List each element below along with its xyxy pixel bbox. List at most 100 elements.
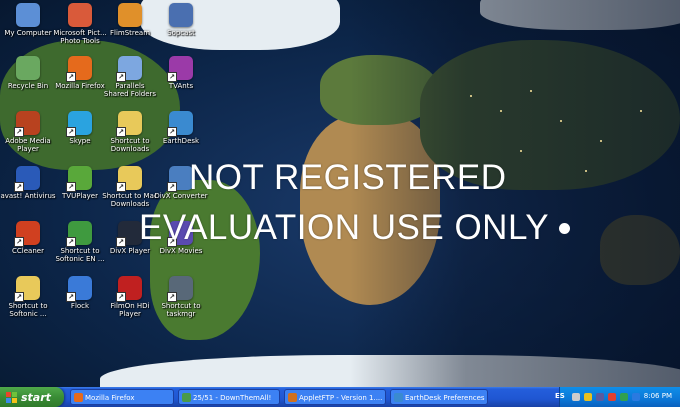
desktop-icon-tvants[interactable]: ↗ TVAnts: [153, 56, 209, 90]
city-light: [585, 170, 587, 172]
desktop-icon-recycle-bin[interactable]: Recycle Bin: [0, 56, 56, 90]
desktop-icon-label: FlimStream: [109, 29, 151, 37]
desktop-icon-label: DivX Movies: [159, 247, 203, 255]
desktop-icon-label: TVUPlayer: [62, 192, 98, 200]
flock-icon: ↗: [66, 276, 92, 302]
desktop-icon-label: Shortcut to Softonic ...: [8, 302, 48, 318]
desktop-icon-spreadsheet[interactable]: ↗ Shortcut to Softonic EN ...: [52, 221, 108, 263]
sopcast-icon: [169, 3, 193, 27]
firefox-icon: ↗: [66, 56, 92, 82]
city-light: [530, 90, 532, 92]
desktop-icon-label: Mozilla Firefox: [55, 82, 105, 90]
watermark-line-1: NOT REGISTERED: [189, 158, 507, 197]
desktop-icon-label: Flock: [70, 302, 90, 310]
shortcut-arrow-icon: ↗: [14, 182, 24, 192]
desktop-icon-flock[interactable]: ↗ Flock: [52, 276, 108, 310]
desktop-icon-label: Microsoft Pict... Photo Tools: [53, 29, 107, 45]
clock[interactable]: 8:06 PM: [644, 392, 672, 400]
desktop-icon-label: Adobe Media Player: [5, 137, 51, 153]
start-button[interactable]: start: [0, 387, 64, 407]
network-icon[interactable]: [572, 393, 580, 401]
shortcut-arrow-icon: ↗: [116, 292, 126, 302]
desktop-icon-label: Sopcast: [167, 29, 195, 37]
desktop-icon-skype[interactable]: ↗ Skype: [52, 111, 108, 145]
taskbar-button-label: Mozilla Firefox: [85, 394, 135, 402]
shortcut-arrow-icon: ↗: [66, 182, 76, 192]
earth-icon: [394, 393, 403, 402]
folder-icon: ↗: [116, 166, 142, 192]
bluetooth-icon[interactable]: [632, 393, 640, 401]
desktop-icon-filmon[interactable]: ↗ FilmOn HDi Player: [102, 276, 158, 318]
windows-logo-icon: [6, 391, 17, 403]
watermark-line-2: EVALUATION USE ONLY: [139, 208, 550, 247]
desktop-icon-sopcast[interactable]: Sopcast: [153, 3, 209, 37]
download-icon: [182, 393, 191, 402]
city-light: [470, 95, 472, 97]
shortcut-arrow-icon: ↗: [167, 72, 177, 82]
language-indicator[interactable]: ES: [555, 392, 565, 400]
film-icon: [118, 3, 142, 27]
firefox-icon: [74, 393, 83, 402]
desktop-icon-firefox[interactable]: ↗ Mozilla Firefox: [52, 56, 108, 90]
folder-icon: ↗: [14, 276, 40, 302]
safely-remove-icon[interactable]: [620, 393, 628, 401]
desktop-icon-folder[interactable]: ↗ Shortcut to Mac Downloads: [102, 166, 158, 208]
shortcut-arrow-icon: ↗: [116, 182, 126, 192]
shortcut-arrow-icon: ↗: [14, 127, 24, 137]
shortcut-arrow-icon: ↗: [14, 237, 24, 247]
desktop-icon-computer[interactable]: My Computer: [0, 3, 56, 37]
ccleaner-icon: ↗: [14, 221, 40, 247]
desktop-icon-media-player[interactable]: ↗ Adobe Media Player: [0, 111, 56, 153]
taskbar-button-label: 25/51 - DownThemAll!: [193, 394, 272, 402]
desktop-icon-picture[interactable]: Microsoft Pict... Photo Tools: [52, 3, 108, 45]
shortcut-arrow-icon: ↗: [66, 292, 76, 302]
computer-icon: [16, 3, 40, 27]
recycle-bin-icon: [16, 56, 40, 80]
desktop-icon-tvu[interactable]: ↗ TVUPlayer: [52, 166, 108, 200]
city-light: [600, 140, 602, 142]
shortcut-arrow-icon: ↗: [66, 127, 76, 137]
desktop-icon-task-manager[interactable]: ↗ Shortcut to taskmgr: [153, 276, 209, 318]
desktop-icon-folder[interactable]: ↗ Shortcut to Downloads: [102, 111, 158, 153]
desktop-icon-shared-folder[interactable]: ↗ Parallels Shared Folders: [102, 56, 158, 98]
desktop-icon-label: TVAnts: [168, 82, 194, 90]
desktop-icon-label: My Computer: [4, 29, 52, 37]
desktop-icon-label: EarthDesk: [162, 137, 200, 145]
filmon-icon: ↗: [116, 276, 142, 302]
shortcut-arrow-icon: ↗: [66, 237, 76, 247]
city-light: [520, 150, 522, 152]
desktop-icon-label: DivX Player: [109, 247, 151, 255]
desktop-icon-avast[interactable]: ↗ avast! Antivirus: [0, 166, 56, 200]
city-light: [560, 120, 562, 122]
taskbar-button[interactable]: EarthDesk Preferences: [390, 389, 488, 405]
taskbar-button[interactable]: 25/51 - DownThemAll!: [178, 389, 280, 405]
desktop-icon-earth[interactable]: ↗ EarthDesk: [153, 111, 209, 145]
desktop-icon-label: Shortcut to Downloads: [110, 137, 150, 153]
shortcut-arrow-icon: ↗: [116, 237, 126, 247]
earth-icon: ↗: [167, 111, 193, 137]
tvants-icon: ↗: [167, 56, 193, 82]
antivirus-tray-icon[interactable]: [608, 393, 616, 401]
desktop-icon-film[interactable]: FlimStream: [102, 3, 158, 37]
volume-icon[interactable]: [596, 393, 604, 401]
tray-app-icon[interactable]: [584, 393, 592, 401]
shortcut-arrow-icon: ↗: [116, 127, 126, 137]
desktop-icon-label: Shortcut to Mac Downloads: [102, 192, 158, 208]
media-player-icon: ↗: [14, 111, 40, 137]
taskbar-button-label: EarthDesk Preferences: [405, 394, 485, 402]
taskbar-button[interactable]: AppletFTP - Version 1....: [284, 389, 386, 405]
taskbar-button[interactable]: Mozilla Firefox: [70, 389, 174, 405]
shortcut-arrow-icon: ↗: [167, 182, 177, 192]
system-tray: 8:06 PM: [559, 387, 680, 407]
folder-icon: ↗: [116, 111, 142, 137]
picture-icon: [68, 3, 92, 27]
task-manager-icon: ↗: [167, 276, 193, 302]
skype-icon: ↗: [66, 111, 92, 137]
start-label: start: [21, 390, 51, 404]
desktop-icon-folder[interactable]: ↗ Shortcut to Softonic ...: [0, 276, 56, 318]
city-light: [640, 110, 642, 112]
watermark-dot: [559, 223, 570, 234]
desktop-icon-ccleaner[interactable]: ↗ CCleaner: [0, 221, 56, 255]
shortcut-arrow-icon: ↗: [14, 292, 24, 302]
spreadsheet-icon: ↗: [66, 221, 92, 247]
